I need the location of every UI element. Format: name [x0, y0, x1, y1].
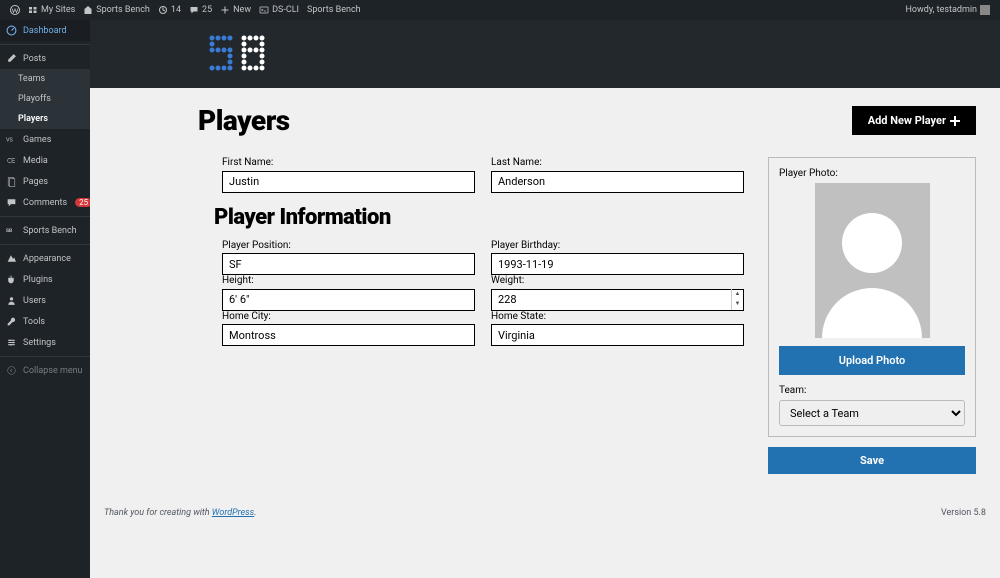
first-name-input[interactable]	[222, 171, 475, 193]
birthday-input[interactable]	[491, 253, 744, 275]
sidebar-players[interactable]: Players	[0, 109, 90, 129]
footer-version: Version 5.8	[941, 508, 986, 518]
weight-input[interactable]	[491, 289, 744, 311]
content: Players Add New Player First Name: Last …	[90, 20, 1000, 578]
plus-icon	[950, 116, 960, 126]
save-button[interactable]: Save	[768, 447, 976, 474]
sidebar-pages[interactable]: Pages	[0, 171, 90, 192]
height-input[interactable]	[222, 289, 475, 311]
header-strip	[90, 20, 1000, 88]
sidebar-users[interactable]: Users	[0, 290, 90, 311]
sidebar-posts[interactable]: Posts	[0, 48, 90, 69]
photo-label: Player Photo:	[779, 168, 965, 179]
first-name-label: First Name:	[222, 157, 475, 168]
footer-thanks: Thank you for creating with WordPress.	[104, 508, 257, 518]
avatar	[980, 5, 990, 15]
sidebar-plugins[interactable]: Plugins	[0, 269, 90, 290]
sidebar: Dashboard Posts Teams Playoffs Players V…	[0, 20, 90, 578]
photo-box: Player Photo: Upload Photo Team: Select …	[768, 157, 976, 437]
wp-logo[interactable]	[10, 5, 20, 15]
sb-link[interactable]: Sports Bench	[307, 5, 361, 15]
position-input[interactable]	[222, 253, 475, 275]
add-new-player-button[interactable]: Add New Player	[852, 106, 976, 135]
weight-spinner[interactable]: ▲▼	[731, 289, 743, 310]
position-label: Player Position:	[222, 240, 475, 251]
sidebar-comments[interactable]: Comments25	[0, 192, 90, 213]
sitename-link[interactable]: Sports Bench	[83, 5, 150, 15]
sb-logo	[208, 34, 268, 74]
homestate-input[interactable]	[491, 324, 744, 346]
sidebar-settings[interactable]: Settings	[0, 332, 90, 353]
sidebar-sportsbench[interactable]: SBSports Bench	[0, 220, 90, 241]
player-photo-placeholder	[795, 183, 950, 338]
svg-text:VS: VS	[6, 138, 14, 144]
mysites-link[interactable]: My Sites	[28, 5, 75, 15]
homestate-label: Home State:	[491, 311, 744, 322]
sidebar-tools[interactable]: Tools	[0, 311, 90, 332]
commentcount-link[interactable]: 25	[189, 5, 212, 15]
sidebar-teams[interactable]: Teams	[0, 69, 90, 89]
posts-submenu: Teams Playoffs Players	[0, 69, 90, 129]
wordpress-link[interactable]: WordPress	[212, 508, 254, 518]
new-link[interactable]: New	[220, 5, 251, 15]
height-label: Height:	[222, 275, 475, 286]
sidebar-playoffs[interactable]: Playoffs	[0, 89, 90, 109]
homecity-input[interactable]	[222, 324, 475, 346]
birthday-label: Player Birthday:	[491, 240, 744, 251]
admin-bar: My Sites Sports Bench 14 25 New DS-CLI S…	[0, 0, 1000, 20]
svg-text:SB: SB	[6, 228, 12, 234]
player-info-heading: Player Information	[214, 205, 744, 230]
sidebar-appearance[interactable]: Appearance	[0, 248, 90, 269]
sidebar-games[interactable]: VSGames	[0, 129, 90, 150]
weight-label: Weight:	[491, 275, 744, 286]
team-label: Team:	[779, 385, 965, 396]
upload-photo-button[interactable]: Upload Photo	[779, 346, 965, 375]
sidebar-collapse[interactable]: Collapse menu	[0, 360, 90, 381]
last-name-label: Last Name:	[491, 157, 744, 168]
sidebar-media[interactable]: Media	[0, 150, 90, 171]
last-name-input[interactable]	[491, 171, 744, 193]
homecity-label: Home City:	[222, 311, 475, 322]
howdy-link[interactable]: Howdy, testadmin	[905, 5, 990, 15]
team-select[interactable]: Select a Team	[779, 400, 965, 426]
footer: Thank you for creating with WordPress. V…	[104, 508, 986, 518]
updates-link[interactable]: 14	[158, 5, 181, 15]
sidebar-dashboard[interactable]: Dashboard	[0, 20, 90, 41]
page-title: Players	[198, 104, 290, 137]
dscli-link[interactable]: DS-CLI	[259, 5, 299, 15]
